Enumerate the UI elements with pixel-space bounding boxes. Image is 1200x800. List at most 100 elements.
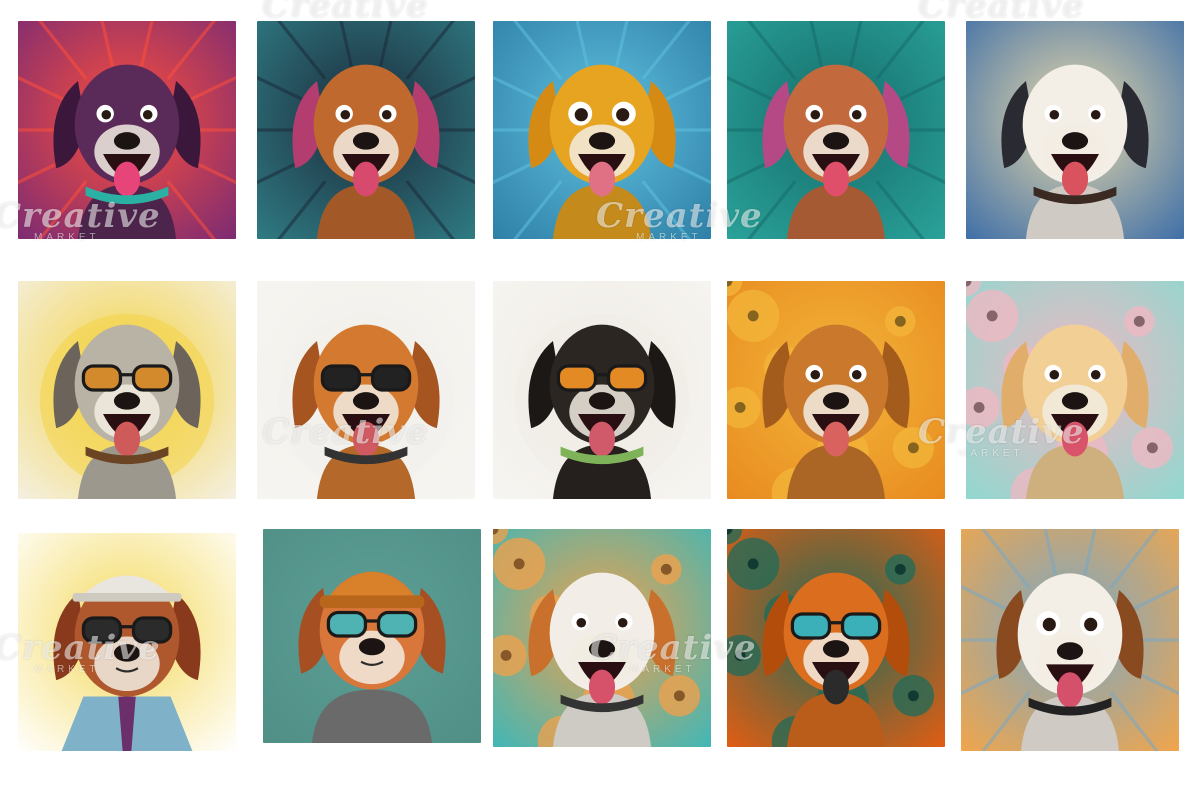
dog-pupil-left — [574, 108, 588, 122]
flower-center-icon — [734, 649, 746, 661]
dog-tongue — [822, 421, 850, 457]
dog-pupil-left — [101, 109, 112, 120]
dog-pupil-right — [381, 109, 392, 120]
sunglasses-lens-right — [131, 616, 173, 644]
dog-pupil-right — [1084, 617, 1098, 632]
dog-illustration-tile — [257, 21, 475, 239]
dog-nose — [113, 392, 141, 410]
dog-illustration — [727, 281, 945, 499]
beanie-hat-band — [319, 595, 425, 609]
dog-illustration — [727, 21, 945, 239]
dog-illustration-tile — [18, 281, 236, 499]
sunglasses-lens-right — [840, 612, 882, 640]
dog-illustration — [966, 21, 1184, 239]
dog-nose — [1056, 642, 1084, 660]
dog-pupil-left — [340, 109, 351, 120]
dog-nose — [1061, 392, 1089, 410]
dog-illustration-tile — [966, 281, 1184, 499]
dog-illustration-tile — [966, 21, 1184, 239]
dog-illustration-tile — [257, 281, 475, 499]
dog-nose — [588, 640, 616, 658]
product-preview-collage: Creative Creative Creative MARKET Creati… — [0, 0, 1200, 800]
dog-nose — [358, 638, 386, 656]
sunglasses-lens-right — [131, 364, 173, 392]
dog-pupil-left — [1049, 109, 1060, 120]
dog-nose — [113, 644, 141, 662]
flower-center-icon — [894, 315, 906, 327]
dog-illustration — [493, 281, 711, 499]
dog-tongue — [822, 161, 850, 197]
flower-center-icon — [673, 690, 685, 702]
dog-pupil-left — [810, 109, 821, 120]
dog-illustration-tile — [961, 529, 1179, 751]
dog-pupil-left — [576, 617, 587, 628]
dog-nose — [352, 392, 380, 410]
dog-tongue — [588, 669, 616, 705]
flower-center-icon — [894, 563, 906, 575]
dog-illustration-tile — [727, 281, 945, 499]
dog-illustration-tile — [727, 21, 945, 239]
sunglasses-lens-left — [790, 612, 832, 640]
dog-nose — [822, 640, 850, 658]
dog-illustration-tile — [18, 21, 236, 239]
flower-center-icon — [986, 310, 998, 322]
dog-illustration — [966, 281, 1184, 499]
dog-illustration — [18, 533, 236, 751]
dog-nose — [113, 132, 141, 150]
dog-pupil-right — [616, 108, 630, 122]
dog-tongue — [1061, 421, 1089, 457]
sunglasses-lens-left — [81, 364, 123, 392]
dog-illustration — [263, 529, 481, 743]
dog-pupil-right — [617, 617, 628, 628]
dog-illustration-tile — [727, 529, 945, 747]
dog-tongue — [588, 421, 616, 457]
dog-tongue — [1056, 672, 1084, 708]
dog-nose — [1061, 132, 1089, 150]
dog-pupil-right — [142, 109, 153, 120]
flower-center-icon — [513, 558, 525, 570]
dog-nose — [352, 132, 380, 150]
dog-pupil-left — [810, 369, 821, 380]
flower-center-icon — [747, 310, 759, 322]
dog-illustration-tile — [263, 529, 481, 743]
sunglasses-lens-left — [556, 364, 598, 392]
dog-tongue — [1061, 161, 1089, 197]
flower-center-icon — [660, 563, 672, 575]
dog-pupil-left — [1049, 369, 1060, 380]
flower-center-icon — [1146, 442, 1158, 454]
flower-center-icon — [907, 690, 919, 702]
dog-nose — [822, 392, 850, 410]
dog-illustration — [18, 281, 236, 499]
dog-pupil-right — [1090, 369, 1101, 380]
flower-center-icon — [747, 558, 759, 570]
dog-illustration — [18, 21, 236, 239]
sunglasses-lens-right — [606, 364, 648, 392]
dog-illustration-tile — [493, 21, 711, 239]
sunglasses-lens-right — [370, 364, 412, 392]
sunglasses-lens-left — [326, 610, 368, 638]
dog-illustration-tile — [18, 533, 236, 751]
sunglasses-lens-left — [320, 364, 362, 392]
dog-tongue — [113, 421, 141, 457]
dog-tongue — [822, 669, 850, 705]
dog-illustration-tile — [493, 281, 711, 499]
cap-hat-brim — [72, 592, 182, 602]
flower-center-icon — [907, 442, 919, 454]
flower-center-icon — [734, 401, 746, 413]
dog-tongue — [113, 161, 141, 197]
dog-illustration-tile — [493, 529, 711, 747]
dog-illustration — [961, 529, 1179, 751]
flower-center-icon — [973, 401, 985, 413]
dog-illustration — [493, 21, 711, 239]
dog-illustration — [257, 21, 475, 239]
dog-nose — [822, 132, 850, 150]
sunglasses-lens-left — [81, 616, 123, 644]
dog-pupil-right — [851, 369, 862, 380]
flower-center-icon — [500, 649, 512, 661]
dog-tongue — [352, 161, 380, 197]
dog-tongue — [352, 421, 380, 457]
dog-illustration — [493, 529, 711, 747]
sunglasses-lens-right — [376, 610, 418, 638]
dog-pupil-right — [851, 109, 862, 120]
dog-pupil-left — [1042, 617, 1056, 632]
